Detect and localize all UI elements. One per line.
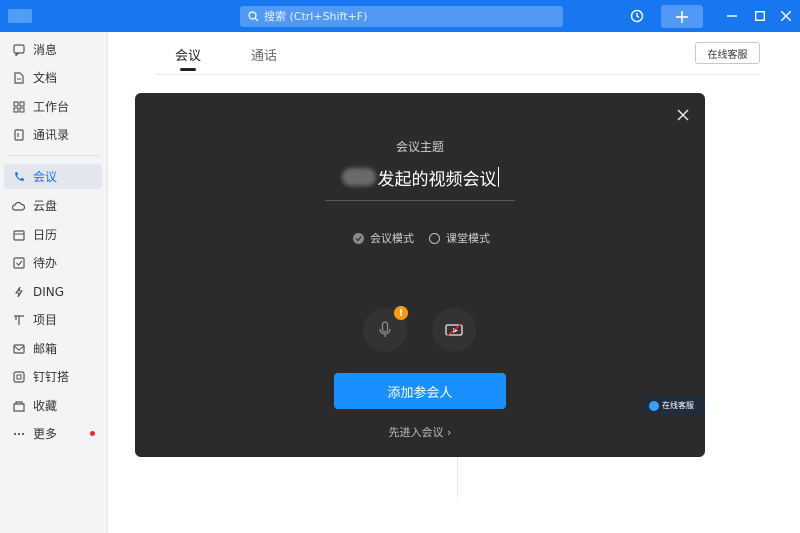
close-icon[interactable] <box>675 107 691 123</box>
contacts-icon <box>12 128 25 141</box>
build-icon <box>12 370 25 383</box>
search-input[interactable]: 搜索 (Ctrl+Shift+F) <box>240 6 563 27</box>
sidebar-item-label: 会议 <box>33 170 58 184</box>
sidebar-item-mail[interactable]: 邮箱 <box>4 336 102 361</box>
sidebar-item-label: 待办 <box>33 256 58 270</box>
more-icon <box>12 427 25 440</box>
mail-icon <box>12 342 25 355</box>
grid-icon <box>12 100 25 113</box>
phone-icon <box>12 170 25 183</box>
add-button[interactable] <box>661 5 703 28</box>
content-divider <box>457 457 458 497</box>
topic-underline <box>325 200 515 201</box>
document-icon <box>12 71 25 84</box>
sidebar-item-label: 收藏 <box>33 399 58 413</box>
sidebar-item-label: 项目 <box>33 313 58 327</box>
project-icon <box>12 313 25 326</box>
meeting-mode-option[interactable]: 会议模式 <box>353 230 414 246</box>
cloud-icon <box>12 199 25 212</box>
sidebar-item-dingda[interactable]: 钉钉搭 <box>4 364 102 389</box>
online-service-button[interactable]: 在线客服 <box>695 42 760 64</box>
radio-icon <box>429 232 440 244</box>
camera-off-icon <box>445 323 463 337</box>
class-mode-option[interactable]: 课堂模式 <box>429 230 490 246</box>
close-window-icon[interactable] <box>777 0 795 32</box>
plus-icon <box>676 10 688 23</box>
sidebar-item-label: 日历 <box>33 228 58 242</box>
sidebar-divider <box>8 155 100 156</box>
enter-meeting-link[interactable]: 先进入会议 › <box>135 424 705 440</box>
title-bar: 搜索 (Ctrl+Shift+F) <box>0 0 800 32</box>
sidebar-item-cloud[interactable]: 云盘 <box>4 193 102 218</box>
text-caret <box>497 167 499 187</box>
notification-dot <box>90 431 95 436</box>
sidebar-item-messages[interactable]: 消息 <box>4 37 102 62</box>
meeting-mode-label: 会议模式 <box>370 232 414 245</box>
lightning-icon <box>12 285 25 298</box>
checked-radio-icon <box>353 232 364 244</box>
tab-calls[interactable]: 通话 <box>251 45 277 64</box>
topic-value: 发起的视频会议 <box>377 169 497 190</box>
tab-meeting[interactable]: 会议 <box>175 45 201 64</box>
sidebar-item-docs[interactable]: 文档 <box>4 65 102 90</box>
sidebar-item-label: 钉钉搭 <box>33 370 70 384</box>
active-tab-indicator <box>180 68 196 71</box>
sidebar-item-label: 云盘 <box>33 199 58 213</box>
topic-input[interactable]: 发起的视频会议 <box>325 165 515 190</box>
sidebar-item-meeting[interactable]: 会议 <box>4 164 102 189</box>
floating-service-chat[interactable]: 在线客服 <box>643 396 705 415</box>
sidebar-item-label: DING <box>33 284 65 299</box>
warning-badge: ! <box>394 306 408 320</box>
sidebar-item-label: 邮箱 <box>33 342 58 356</box>
history-icon[interactable] <box>628 0 646 32</box>
checkbox-icon <box>12 256 25 269</box>
floating-service-label: 在线客服 <box>662 401 694 410</box>
sidebar-item-label: 工作台 <box>33 100 70 114</box>
sidebar-item-workbench[interactable]: 工作台 <box>4 94 102 119</box>
sidebar-item-label: 通讯录 <box>33 128 70 142</box>
bookmark-icon <box>12 399 25 412</box>
sidebar-item-calendar[interactable]: 日历 <box>4 222 102 247</box>
class-mode-label: 课堂模式 <box>446 232 490 245</box>
start-meeting-dialog: 会议主题 发起的视频会议 会议模式 课堂模式 ! 添加参会人 先进入会议 › <box>135 93 705 457</box>
sidebar-item-todo[interactable]: 待办 <box>4 250 102 275</box>
sidebar-item-label: 文档 <box>33 71 58 85</box>
minimize-icon[interactable] <box>723 0 741 32</box>
search-icon <box>248 11 259 22</box>
search-placeholder: 搜索 (Ctrl+Shift+F) <box>264 10 368 23</box>
sidebar-item-more[interactable]: 更多 <box>4 421 102 446</box>
sidebar-item-label: 消息 <box>33 43 58 57</box>
redacted-name <box>341 168 376 186</box>
sidebar: 消息 文档 工作台 通讯录 会议 云盘 日历 待办 DING 项目 邮箱 钉钉搭… <box>0 32 108 533</box>
chat-bubble-icon <box>649 400 659 411</box>
maximize-icon[interactable] <box>751 0 769 32</box>
calendar-icon <box>12 228 25 241</box>
add-participants-button[interactable]: 添加参会人 <box>334 373 506 409</box>
sidebar-item-ding[interactable]: DING <box>4 279 102 304</box>
app-logo <box>8 9 32 23</box>
sidebar-item-favorites[interactable]: 收藏 <box>4 393 102 418</box>
microphone-icon <box>379 321 391 337</box>
camera-button[interactable] <box>432 308 476 352</box>
sidebar-item-contacts[interactable]: 通讯录 <box>4 122 102 147</box>
tabs-divider <box>156 74 760 75</box>
sidebar-item-project[interactable]: 项目 <box>4 307 102 332</box>
chat-icon <box>12 43 25 56</box>
topic-label: 会议主题 <box>395 140 444 154</box>
sidebar-item-label: 更多 <box>33 427 58 441</box>
